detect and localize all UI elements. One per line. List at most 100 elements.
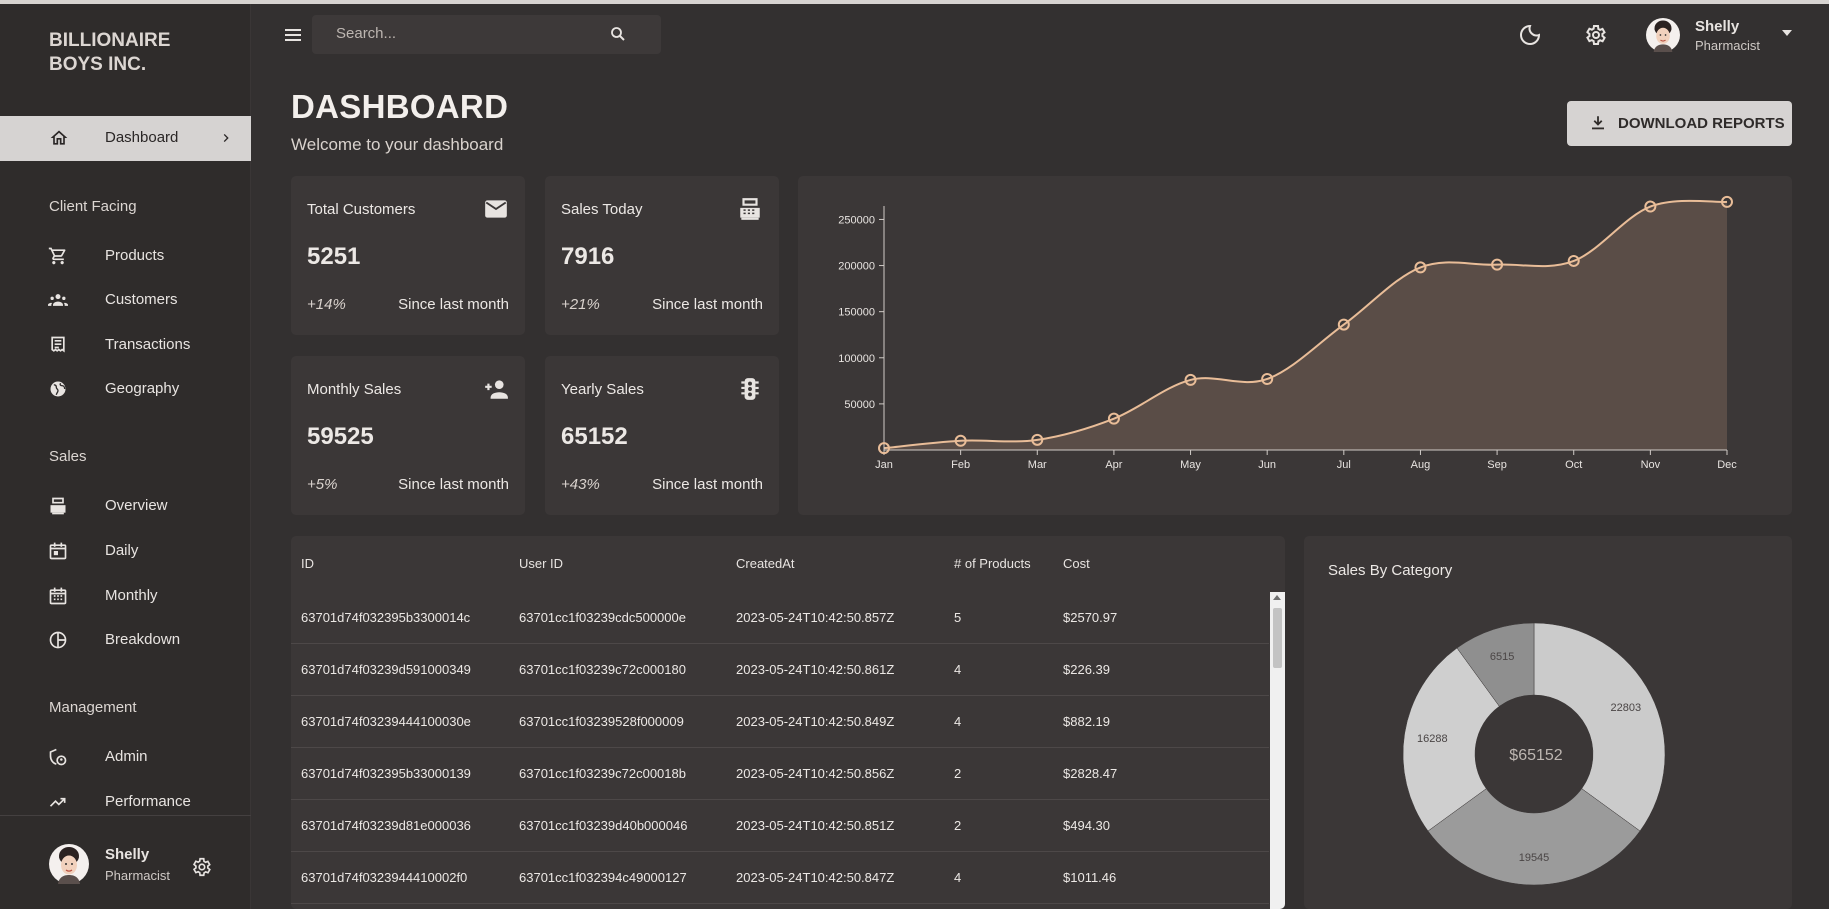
cell-user-id: 63701cc1f03239c72c000180: [519, 662, 686, 677]
brand-line-2: BOYS INC.: [49, 54, 147, 75]
pie-slice-label: 22803: [1610, 702, 1641, 714]
point-of-sale-icon: [740, 198, 760, 220]
cell-created-at: 2023-05-24T10:42:50.849Z: [736, 714, 895, 729]
stat-percent: +43%: [561, 476, 600, 493]
x-tick-label: Apr: [1105, 459, 1122, 471]
sidebar-item-transactions[interactable]: Transactions: [0, 327, 251, 363]
cell-created-at: 2023-05-24T10:42:50.847Z: [736, 870, 895, 885]
caret-down-icon[interactable]: [1780, 28, 1794, 38]
sales-line-chart-card: 50000 100000 150000 200000 250000 Jan Feb Mar Ap…: [798, 176, 1792, 515]
search-icon[interactable]: [609, 25, 627, 43]
avatar[interactable]: [49, 844, 89, 884]
groups-icon: [48, 294, 68, 306]
stat-card-monthly-sales: Monthly Sales 59525 +5% Since last month: [291, 356, 525, 515]
cell-products: 2: [954, 818, 962, 833]
stat-value: 65152: [561, 423, 628, 450]
point-of-sale-icon: [50, 497, 66, 515]
sidebar-item-label: Admin: [105, 748, 148, 765]
cell-created-at: 2023-05-24T10:42:50.857Z: [736, 610, 895, 625]
sidebar-item-daily[interactable]: Daily: [0, 533, 251, 569]
stat-since: Since last month: [398, 476, 509, 493]
brand-logo[interactable]: BILLIONAIRE BOYS INC.: [49, 29, 199, 77]
cell-user-id: 63701cc1f03239c72c00018b: [519, 766, 686, 781]
download-reports-label: DOWNLOAD REPORTS: [1618, 115, 1785, 132]
x-tick-label: Jan: [875, 459, 893, 471]
stat-title: Yearly Sales: [561, 381, 644, 398]
table-row[interactable]: 63701d74f03239444100030e 63701cc1f0323952…: [291, 696, 1269, 748]
sidebar-user-profile: Shelly Pharmacist: [0, 815, 251, 909]
email-icon: [485, 200, 507, 218]
pie-slice[interactable]: [1533, 622, 1666, 832]
settings-gear-icon[interactable]: [190, 856, 212, 878]
column-header-created-at[interactable]: CreatedAt: [736, 556, 795, 571]
sidebar-user-name: Shelly: [105, 846, 150, 863]
stat-percent: +5%: [307, 476, 338, 493]
table-row[interactable]: 63701d74f032395b3300014c 63701cc1f03239cd…: [291, 592, 1269, 644]
sidebar-item-dashboard[interactable]: Dashboard: [0, 116, 251, 161]
cell-cost: $226.39: [1063, 662, 1110, 677]
sidebar-item-label: Breakdown: [105, 631, 181, 648]
cell-id: 63701d74f03239d591000349: [301, 662, 471, 677]
table-row[interactable]: 63701d74f03239d81e000036 63701cc1f03239d4…: [291, 800, 1269, 852]
dark-mode-moon-icon[interactable]: [1518, 23, 1542, 47]
x-tick-label: Jul: [1337, 459, 1351, 471]
cell-id: 63701d74f032395b33000139: [301, 766, 471, 781]
user-name: Shelly: [1695, 18, 1740, 35]
y-tick-label: 250000: [838, 214, 875, 226]
avatar[interactable]: [1646, 18, 1680, 52]
cell-id: 63701d74f0323944410002f0: [301, 870, 468, 885]
table-row[interactable]: 63701d74f032395b33000139 63701cc1f03239c7…: [291, 748, 1269, 800]
sidebar-item-customers[interactable]: Customers: [0, 282, 251, 318]
download-icon: [1592, 116, 1604, 130]
cell-user-id: 63701cc1f03239528f000009: [519, 714, 684, 729]
sidebar-item-admin[interactable]: Admin: [0, 739, 251, 775]
chevron-right-icon: [223, 134, 229, 142]
column-header-id[interactable]: ID: [301, 556, 314, 571]
table-scrollbar[interactable]: [1270, 592, 1285, 909]
admin-shield-icon: [49, 748, 67, 766]
chart-area-fill: [884, 200, 1727, 450]
menu-icon[interactable]: [283, 26, 303, 44]
scrollbar-thumb[interactable]: [1273, 608, 1282, 668]
table-header: ID User ID CreatedAt # of Products Cost: [291, 536, 1285, 592]
pie-slice-label: 16288: [1417, 733, 1448, 745]
cell-cost: $1011.46: [1063, 870, 1117, 885]
sidebar: BILLIONAIRE BOYS INC. Dashboard Client F…: [0, 4, 251, 909]
cell-cost: $2828.47: [1063, 766, 1118, 781]
stat-since: Since last month: [398, 296, 509, 313]
cell-products: 2: [954, 766, 962, 781]
column-header-products[interactable]: # of Products: [954, 556, 1031, 571]
sidebar-item-monthly[interactable]: Monthly: [0, 578, 251, 614]
transactions-table: ID User ID CreatedAt # of Products Cost …: [291, 536, 1285, 909]
sidebar-item-breakdown[interactable]: Breakdown: [0, 622, 251, 658]
sales-by-category-card: Sales By Category 22803 19545 16288 6515 $65…: [1304, 536, 1792, 909]
stat-value: 59525: [307, 423, 374, 450]
search-bar: Search...: [312, 15, 661, 54]
x-tick-label: Aug: [1411, 459, 1431, 471]
brand-line-1: BILLIONAIRE: [49, 30, 171, 51]
sidebar-item-label: Daily: [105, 542, 139, 559]
sidebar-item-geography[interactable]: Geography: [0, 371, 251, 407]
search-input[interactable]: Search...: [336, 25, 396, 42]
column-header-user-id[interactable]: User ID: [519, 556, 563, 571]
sidebar-item-overview[interactable]: Overview: [0, 488, 251, 524]
sidebar-item-products[interactable]: Products: [0, 238, 251, 274]
settings-gear-icon[interactable]: [1583, 23, 1607, 47]
column-header-cost[interactable]: Cost: [1063, 556, 1090, 571]
sidebar-item-label: Monthly: [105, 587, 158, 604]
stat-value: 7916: [561, 243, 615, 270]
stat-title: Total Customers: [307, 201, 416, 218]
stat-title: Monthly Sales: [307, 381, 402, 398]
sidebar-item-label: Transactions: [105, 336, 191, 353]
y-tick-label: 200000: [838, 261, 875, 273]
table-row[interactable]: 63701d74f0323944410002f0 63701cc1f032394c…: [291, 852, 1269, 904]
scroll-up-arrow-icon[interactable]: [1273, 595, 1281, 600]
cell-products: 5: [954, 610, 962, 625]
stat-card-yearly-sales: Yearly Sales 65152 +43% Since last month: [545, 356, 779, 515]
pie-chart-icon: [49, 631, 67, 649]
stat-title: Sales Today: [561, 201, 643, 218]
x-tick-label: Dec: [1717, 459, 1737, 471]
download-reports-button[interactable]: DOWNLOAD REPORTS: [1567, 101, 1792, 146]
cell-cost: $494.30: [1063, 818, 1110, 833]
table-row[interactable]: 63701d74f03239d591000349 63701cc1f03239c7…: [291, 644, 1269, 696]
